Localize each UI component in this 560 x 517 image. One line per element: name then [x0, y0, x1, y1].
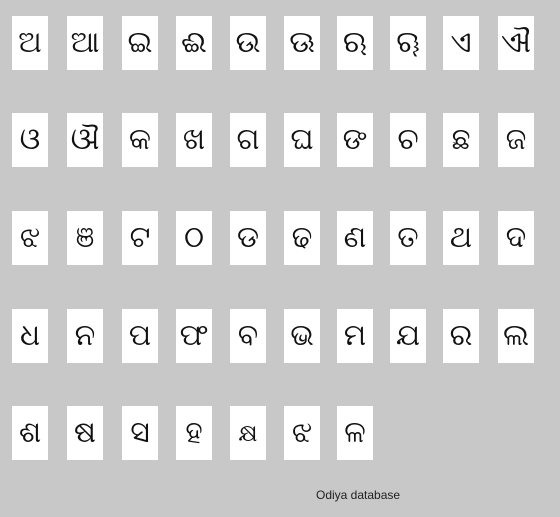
character-tile: ଲ: [498, 309, 534, 363]
character-tile: ଥ: [443, 211, 479, 265]
character-tile: ଣ: [337, 211, 373, 265]
character-tile: ଜ: [498, 113, 534, 167]
character-tile: ନ: [67, 309, 103, 363]
character-tile: ଅ: [12, 16, 48, 70]
character-tile: ଖ: [176, 113, 212, 167]
character-tile: ଝ: [284, 406, 320, 460]
character-tile: ଫ: [176, 309, 212, 363]
character-tile: ହ: [176, 406, 212, 460]
character-tile: ଔ: [67, 113, 103, 167]
character-tile: ଷ: [67, 406, 103, 460]
character-tile: ଛ: [443, 113, 479, 167]
character-tile: ଇ: [122, 16, 158, 70]
character-tile: ଆ: [67, 16, 103, 70]
character-tile: ଏ: [443, 16, 479, 70]
character-tile: କ୍ଷ: [230, 406, 266, 460]
character-tile: ଞ: [67, 211, 103, 265]
character-tile: ଓ: [12, 113, 48, 167]
character-tile: ଦ: [498, 211, 534, 265]
character-tile: ଚ: [390, 113, 426, 167]
character-tile: ର: [443, 309, 479, 363]
character-tile: ଐ: [498, 16, 534, 70]
character-tile: ଠ: [176, 211, 212, 265]
character-tile: ଯ: [390, 309, 426, 363]
character-tile: ଳ: [337, 406, 373, 460]
character-tile: ଘ: [284, 113, 320, 167]
character-tile: ଊ: [284, 16, 320, 70]
character-tile: ଉ: [230, 16, 266, 70]
character-tile: ଶ: [12, 406, 48, 460]
character-tile: ଡ: [230, 211, 266, 265]
character-tile: ଟ: [122, 211, 158, 265]
character-tile: ଈ: [176, 16, 212, 70]
character-tile: ସ: [122, 406, 158, 460]
character-tile: ମ: [337, 309, 373, 363]
caption: Odiya database: [316, 488, 401, 502]
character-tile: ଭ: [284, 309, 320, 363]
character-tile: ପ: [122, 309, 158, 363]
character-tile: ଧ: [12, 309, 48, 363]
character-tile: ଝ: [12, 211, 48, 265]
character-tile: ଢ: [284, 211, 320, 265]
character-tile: ଙ: [337, 113, 373, 167]
character-tile: ୠ: [390, 16, 426, 70]
character-tile: କ: [122, 113, 158, 167]
character-tile: ଋ: [337, 16, 373, 70]
character-tile: ବ: [230, 309, 266, 363]
character-tile: ଗ: [230, 113, 266, 167]
character-tile: ତ: [390, 211, 426, 265]
